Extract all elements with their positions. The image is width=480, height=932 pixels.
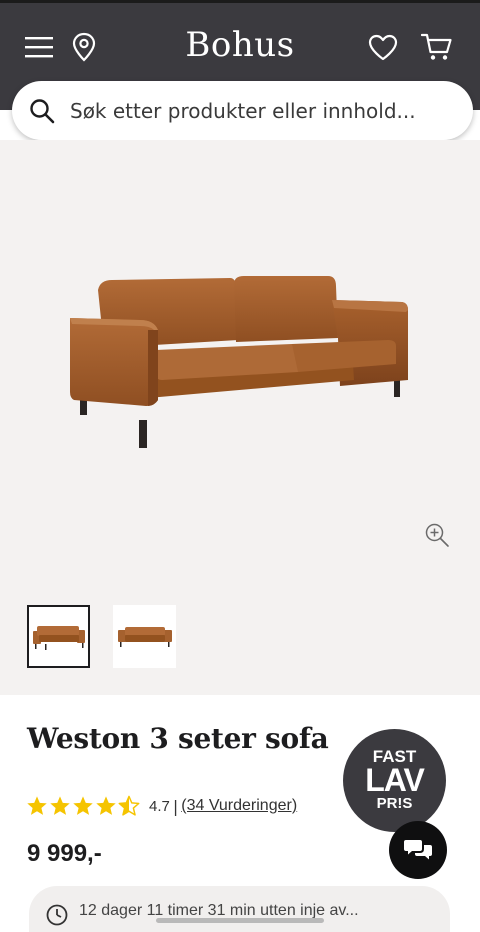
thumbnail-1[interactable]: [27, 605, 90, 668]
product-price: 9 999,-: [27, 840, 102, 867]
cart-icon[interactable]: [421, 31, 453, 63]
star-full-icon: [73, 796, 93, 815]
search-bar[interactable]: Søk etter produkter eller innhold...: [12, 81, 473, 140]
chat-button[interactable]: [389, 821, 447, 879]
search-icon: [28, 97, 56, 125]
thumbnail-2[interactable]: [113, 605, 176, 668]
product-rating: 4.7 | (34 Vurderinger): [26, 795, 297, 817]
rating-separator: |: [172, 796, 179, 816]
rating-stars: [26, 795, 141, 817]
badge-line-3: PR!S: [376, 795, 413, 812]
rating-value: 4.7: [149, 797, 170, 815]
product-title: Weston 3 seter sofa: [27, 722, 329, 755]
star-full-icon: [50, 796, 70, 815]
fast-lav-pris-badge: FAST LAV PR!S: [343, 729, 446, 832]
reviews-link[interactable]: (34 Vurderinger): [181, 797, 297, 815]
zoom-in-icon[interactable]: [424, 522, 450, 548]
badge-line-2: LAV: [365, 762, 425, 798]
delivery-info: 12 dager 11 timer 31 min utten inje av..…: [29, 886, 450, 932]
product-image-gallery: [0, 140, 480, 695]
chat-bubbles-icon: [404, 840, 432, 860]
home-indicator[interactable]: [156, 918, 324, 923]
search-input[interactable]: Søk etter produkter eller innhold...: [70, 99, 430, 123]
clock-icon: [46, 904, 68, 926]
product-image[interactable]: [62, 268, 418, 458]
brand-logo[interactable]: Bohus: [0, 25, 480, 65]
heart-icon[interactable]: [367, 31, 399, 63]
star-full-icon: [96, 796, 116, 815]
star-half-icon: [118, 795, 140, 816]
star-full-icon: [27, 796, 47, 815]
